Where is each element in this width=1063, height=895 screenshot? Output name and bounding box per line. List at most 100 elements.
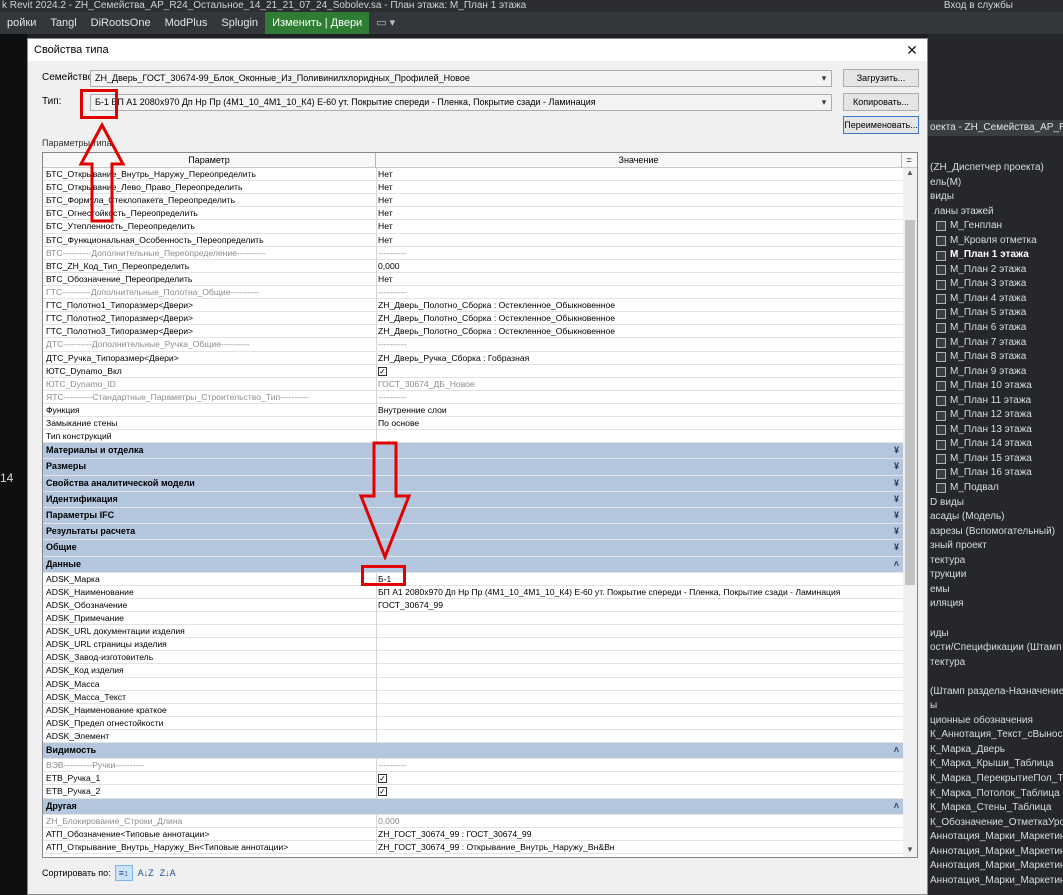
- parameter-value[interactable]: ✓: [378, 365, 898, 377]
- parameter-row[interactable]: АТП_Обозначение<Типовые аннотации> ZH_ГОС…: [43, 827, 903, 841]
- browser-view-item[interactable]: М_План 4 этажа: [928, 292, 1063, 307]
- sort-descending-icon[interactable]: Z↓A: [159, 865, 177, 881]
- expand-toggle-icon[interactable]: ¥: [894, 459, 899, 474]
- parameter-row[interactable]: ДТС_Ручка_Типоразмер<Двери> ZH_Дверь_Ручк…: [43, 351, 903, 365]
- vertical-scrollbar[interactable]: ▲ ▼: [903, 168, 917, 857]
- family-select[interactable]: ZH_Дверь_ГОСТ_30674-99_Блок_Оконные_Из_П…: [90, 70, 832, 87]
- parameter-row[interactable]: ВТС----------Дополнительные_Переопределе…: [43, 246, 903, 260]
- parameter-row[interactable]: ADSK_Наименование краткое: [43, 703, 903, 717]
- parameter-row[interactable]: Тип конструкций: [43, 430, 903, 444]
- parameter-row[interactable]: ЕТВ_Ручка_1 ✓: [43, 772, 903, 786]
- parameter-group-header[interactable]: Параметры IFC ¥: [43, 507, 903, 525]
- parameter-value[interactable]: 0,000: [378, 260, 898, 272]
- browser-tree-item[interactable]: [928, 670, 1063, 685]
- chevron-down-icon[interactable]: ▾: [817, 95, 831, 110]
- browser-tree-item[interactable]: иды: [928, 627, 1063, 642]
- browser-tree-item[interactable]: К_Марка_ПерекрытиеПол_Таб: [928, 772, 1063, 787]
- parameter-row[interactable]: ADSK_Масса: [43, 677, 903, 691]
- scroll-down-icon[interactable]: ▼: [903, 845, 917, 857]
- parameter-value[interactable]: ----------: [378, 286, 898, 298]
- expand-toggle-icon[interactable]: ˄: [894, 557, 899, 572]
- browser-tree-item[interactable]: К_Обозначение_ОтметкаУрови: [928, 816, 1063, 831]
- ribbon-tab[interactable]: DiRootsOne: [84, 12, 158, 34]
- expand-toggle-icon[interactable]: ¥: [894, 524, 899, 539]
- browser-tree-item[interactable]: тектура: [928, 554, 1063, 569]
- parameter-value[interactable]: ZH_ГОСТ_30674_99 : ГОСТ_30674_99: [378, 828, 898, 840]
- parameter-value[interactable]: ----------: [378, 391, 898, 403]
- browser-view-item[interactable]: М_План 14 этажа: [928, 437, 1063, 452]
- parameter-value[interactable]: ----------: [378, 338, 898, 350]
- scrollbar-thumb[interactable]: [905, 220, 915, 585]
- browser-tree-item[interactable]: Аннотация_Марки_Маркетинг_: [928, 830, 1063, 845]
- rename-button[interactable]: Переименовать...: [843, 116, 919, 134]
- browser-tree-item[interactable]: азрезы (Вспомогательный): [928, 525, 1063, 540]
- scroll-up-icon[interactable]: ▲: [903, 168, 917, 180]
- browser-view-item[interactable]: М_План 16 этажа: [928, 466, 1063, 481]
- browser-tree-item[interactable]: Аннотация_Марки_Маркетинг_: [928, 845, 1063, 860]
- parameter-value[interactable]: Нет: [378, 207, 898, 219]
- browser-tree-item[interactable]: Аннотация_Марки_Маркетинг_: [928, 874, 1063, 889]
- parameter-row[interactable]: ADSK_Наименование БП А1 2080х970 Дп Нр Пр…: [43, 585, 903, 599]
- browser-tree-item[interactable]: асады (Модель): [928, 510, 1063, 525]
- type-select[interactable]: Б-1 БП А1 2080х970 Дп Нр Пр (4М1_10_4М1_…: [90, 94, 832, 111]
- expand-toggle-icon[interactable]: ¥: [894, 492, 899, 507]
- browser-view-item[interactable]: М_План 7 этажа: [928, 336, 1063, 351]
- browser-tree-item[interactable]: ланы этажей: [928, 205, 1063, 220]
- parameter-value[interactable]: ZH_Дверь_Полотно_Сборка : Остекленное_Об…: [378, 325, 898, 337]
- ribbon-tab[interactable]: Tangl: [43, 12, 83, 34]
- browser-tree-item[interactable]: ы: [928, 699, 1063, 714]
- parameter-value[interactable]: Нет: [378, 234, 898, 246]
- browser-tree-item[interactable]: К_Аннотация_Текст_сВыноской: [928, 728, 1063, 743]
- expand-toggle-icon[interactable]: ¥: [894, 508, 899, 523]
- parameter-row[interactable]: ГТС_Полотно2_Типоразмер<Двери> ZH_Дверь_П…: [43, 312, 903, 326]
- browser-tree-item[interactable]: Аннотация_Марки_Маркетинг_: [928, 859, 1063, 874]
- browser-view-item[interactable]: М_План 5 этажа: [928, 306, 1063, 321]
- ribbon-tab[interactable]: ModPlus: [158, 12, 215, 34]
- parameter-value[interactable]: ГОСТ_30674_ДБ_Новое: [378, 378, 898, 390]
- parameter-value[interactable]: БП А1 2080х970 Дп Нр Пр (4М1_10_4М1_10_К…: [378, 586, 898, 598]
- column-header-value[interactable]: Значение: [376, 153, 902, 168]
- parameter-value[interactable]: ✓: [378, 772, 898, 784]
- checkbox[interactable]: ✓: [378, 774, 387, 784]
- parameter-value[interactable]: ZH_ГОСТ_30674_99 : Открывание_Внутрь_Нар…: [378, 841, 898, 853]
- browser-view-item[interactable]: М_План 13 этажа: [928, 423, 1063, 438]
- parameter-row[interactable]: ADSK_URL документации изделия: [43, 625, 903, 639]
- parameter-row[interactable]: ДТС----------Дополнительные_Ручка_Общие-…: [43, 338, 903, 352]
- parameter-row[interactable]: БТС_Открывание_Лево_Право_Переопределить…: [43, 181, 903, 195]
- browser-tree-item[interactable]: виды: [928, 190, 1063, 205]
- parameter-row[interactable]: ЮТС_Dynamo_Вкл ✓: [43, 364, 903, 378]
- expand-toggle-icon[interactable]: ¥: [894, 476, 899, 491]
- parameter-value[interactable]: ZH_Дверь_Полотно_Сборка : Остекленное_Об…: [378, 299, 898, 311]
- parameter-row[interactable]: ADSK_Код изделия: [43, 664, 903, 678]
- browser-view-item[interactable]: М_План 8 этажа: [928, 350, 1063, 365]
- parameter-value[interactable]: По основе: [378, 417, 898, 429]
- parameter-row[interactable]: БТС_Функциональная_Особенность_Переопред…: [43, 233, 903, 247]
- ribbon-tab[interactable]: Изменить | Двери: [265, 12, 370, 34]
- parameter-value[interactable]: Внутренние слои: [378, 404, 898, 416]
- ribbon-tab[interactable]: ройки: [0, 12, 43, 34]
- sort-ascending-icon[interactable]: A↓Z: [137, 865, 155, 881]
- browser-view-item[interactable]: М_План 9 этажа: [928, 365, 1063, 380]
- parameter-row[interactable]: ЕТВ_Ручка_2 ✓: [43, 785, 903, 799]
- parameter-row[interactable]: ГТС_Полотно3_Типоразмер<Двери> ZH_Дверь_П…: [43, 325, 903, 339]
- sort-grouped-icon[interactable]: ≡↕: [114, 865, 133, 881]
- checkbox[interactable]: ✓: [378, 787, 387, 797]
- parameter-row[interactable]: ADSK_Предел огнестойкости: [43, 716, 903, 730]
- parameter-group-header[interactable]: Свойства аналитической модели ¥: [43, 475, 903, 492]
- browser-tree-item[interactable]: D виды: [928, 496, 1063, 511]
- parameter-group-header[interactable]: Другая ˄: [43, 798, 903, 815]
- browser-view-item[interactable]: М_План 10 этажа: [928, 379, 1063, 394]
- parameter-group-header[interactable]: Результаты расчета ¥: [43, 524, 903, 541]
- browser-tree-item[interactable]: тектура: [928, 656, 1063, 671]
- parameter-value[interactable]: Нет: [378, 220, 898, 232]
- parameter-row[interactable]: БТС_Огнестойкость_Переопределить Нет: [43, 207, 903, 221]
- drawing-canvas[interactable]: 14: [0, 34, 27, 895]
- parameter-row[interactable]: ВТС_Обозначение_Переопределить Нет: [43, 272, 903, 286]
- expand-toggle-icon[interactable]: ¥: [894, 540, 899, 555]
- browser-tree-item[interactable]: К_Марка_Стены_Таблица: [928, 801, 1063, 816]
- parameter-row[interactable]: Замыкание стены По основе: [43, 417, 903, 431]
- browser-view-item[interactable]: М_План 15 этажа: [928, 452, 1063, 467]
- parameter-value[interactable]: ----------: [378, 759, 898, 771]
- browser-tree-item[interactable]: ционные обозначения: [928, 714, 1063, 729]
- browser-tree-item[interactable]: ель(М): [928, 176, 1063, 191]
